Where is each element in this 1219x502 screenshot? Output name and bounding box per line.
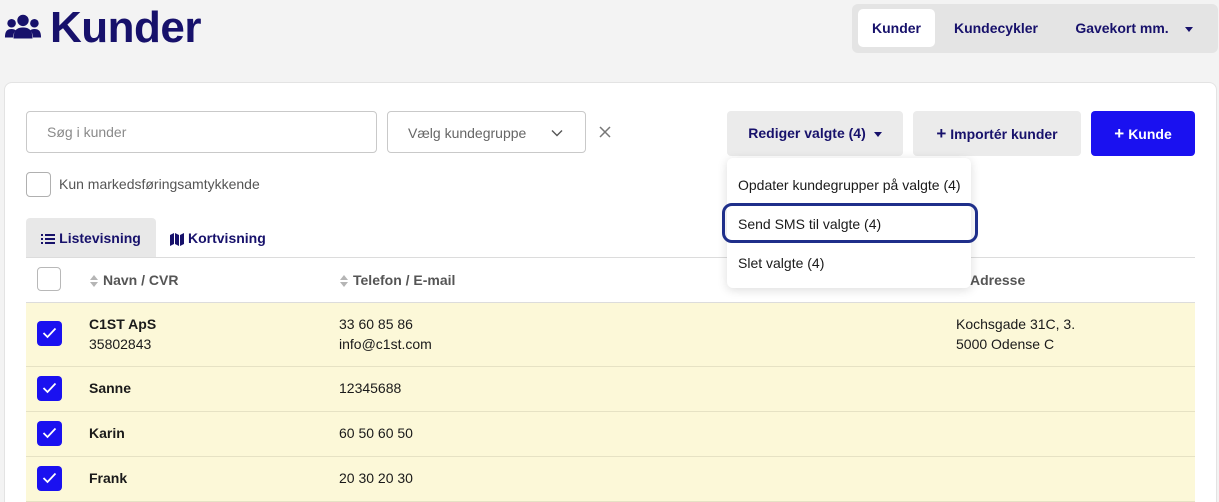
edit-selected-dropdown: Opdater kundegrupper på valgte (4) Send … <box>727 158 971 288</box>
map-icon <box>170 233 184 247</box>
menu-item-delete-selected[interactable]: Slet valgte (4) <box>738 255 824 271</box>
select-all-checkbox[interactable] <box>37 267 61 291</box>
customer-email: info@c1st.com <box>339 336 432 352</box>
nav-tab-gavekort-label: Gavekort mm. <box>1075 20 1169 36</box>
customer-cvr: 35802843 <box>89 336 152 352</box>
customer-name: Karin <box>89 425 125 441</box>
customer-phone: 20 30 20 30 <box>339 470 413 486</box>
marketing-consent-label: Kun markedsføringsamtykkende <box>59 176 260 192</box>
add-customer-button[interactable]: + Kunde <box>1091 111 1195 156</box>
sort-icon <box>340 275 348 288</box>
import-customers-label: Importér kunder <box>950 126 1058 142</box>
add-customer-label: Kunde <box>1128 126 1172 142</box>
customer-name: Sanne <box>89 380 132 396</box>
tab-map-view-label: Kortvisning <box>188 230 266 246</box>
nav-tab-kunder[interactable]: Kunder <box>858 9 935 47</box>
column-header-phone[interactable]: Telefon / E-mail <box>339 272 455 288</box>
list-icon <box>41 234 56 245</box>
caret-down-icon <box>873 131 882 137</box>
customer-phone: 60 50 60 50 <box>339 425 413 441</box>
tab-map-view[interactable]: Kortvisning <box>170 218 280 258</box>
checkmark-icon <box>42 472 57 484</box>
clear-filter-icon[interactable] <box>597 124 613 140</box>
marketing-consent-checkbox[interactable] <box>26 172 51 197</box>
checkmark-icon <box>42 327 57 339</box>
plus-icon: + <box>936 124 947 143</box>
column-header-address-label: Adresse <box>970 272 1026 288</box>
row-checkbox[interactable] <box>37 466 62 491</box>
customer-phone: 12345688 <box>339 380 402 396</box>
search-input[interactable] <box>26 111 377 153</box>
tab-list-view-label: Listevisning <box>59 230 141 246</box>
checkmark-icon <box>42 427 57 439</box>
customer-address-line1: Kochsgade 31C, 3. <box>956 316 1076 332</box>
customer-phone: 33 60 85 86 <box>339 316 413 332</box>
customer-group-select-label: Vælg kundegruppe <box>408 125 527 141</box>
column-header-name[interactable]: Navn / CVR <box>89 272 178 288</box>
table-row[interactable]: Sanne 12345688 <box>26 367 1195 412</box>
import-customers-button[interactable]: + Importér kunder <box>913 111 1081 156</box>
menu-item-update-groups[interactable]: Opdater kundegrupper på valgte (4) <box>738 177 961 193</box>
chevron-down-icon <box>551 130 563 137</box>
nav-tab-gavekort[interactable]: Gavekort mm. <box>1064 9 1204 47</box>
table-row[interactable]: Frank 20 30 20 30 <box>26 457 1195 502</box>
menu-item-send-sms[interactable]: Send SMS til valgte (4) <box>738 216 881 232</box>
tab-list-view[interactable]: Listevisning <box>26 218 156 258</box>
row-checkbox[interactable] <box>37 421 62 446</box>
page-title: Kunder <box>50 3 202 52</box>
edit-selected-label: Rediger valgte (4) <box>748 125 866 141</box>
row-checkbox[interactable] <box>37 321 62 346</box>
plus-icon: + <box>1114 124 1125 143</box>
checkmark-icon <box>42 382 57 394</box>
row-checkbox[interactable] <box>37 376 62 401</box>
table-row[interactable]: C1ST ApS 35802843 33 60 85 86 info@c1st.… <box>26 303 1195 367</box>
customer-address-line2: 5000 Odense C <box>956 336 1055 352</box>
caret-down-icon <box>1184 26 1193 32</box>
table-top-divider <box>26 257 1195 258</box>
column-header-name-label: Navn / CVR <box>103 272 179 288</box>
customer-name: Frank <box>89 470 128 486</box>
users-icon <box>4 14 42 39</box>
table-row[interactable]: Karin 60 50 60 50 <box>26 412 1195 457</box>
page-header: Kunder Kunder Kundecykler Gavekort mm. <box>0 0 1219 80</box>
page-title-wrap: Kunder <box>4 3 202 52</box>
column-header-phone-label: Telefon / E-mail <box>353 272 456 288</box>
top-nav: Kunder Kundecykler Gavekort mm. <box>852 4 1218 53</box>
customer-name: C1ST ApS <box>89 316 157 332</box>
nav-tab-kundecykler[interactable]: Kundecykler <box>944 9 1048 47</box>
sort-icon <box>90 275 98 288</box>
customer-group-select[interactable]: Vælg kundegruppe <box>387 111 586 153</box>
edit-selected-button[interactable]: Rediger valgte (4) <box>727 111 903 156</box>
